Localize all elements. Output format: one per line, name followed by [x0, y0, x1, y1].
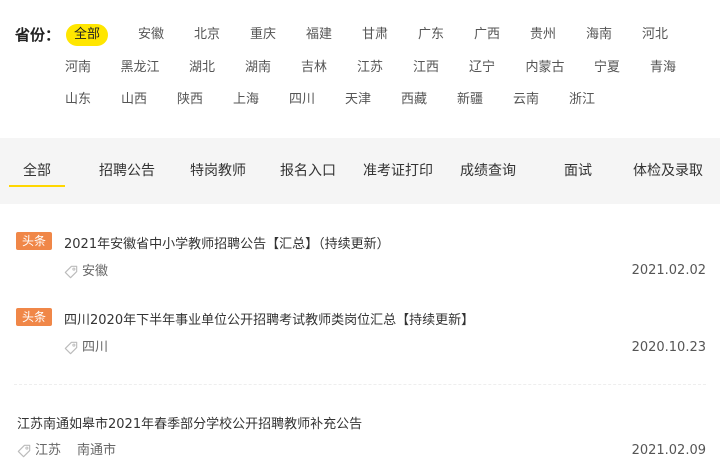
tab-score-query[interactable]: 成绩查询 — [460, 138, 516, 204]
province-liaoning[interactable]: 辽宁 — [469, 57, 495, 79]
province-ningxia[interactable]: 宁夏 — [594, 57, 620, 79]
article-tags: 安徽 — [64, 262, 108, 282]
province-shaanxi[interactable]: 陕西 — [177, 89, 203, 111]
province-tianjin[interactable]: 天津 — [345, 89, 371, 111]
tab-physical-exam[interactable]: 体检及录取 — [633, 138, 703, 204]
tab-special-post[interactable]: 特岗教师 — [190, 138, 246, 204]
province-qinghai[interactable]: 青海 — [650, 57, 676, 79]
headline-badge: 头条 — [16, 232, 52, 250]
tab-recruitment[interactable]: 招聘公告 — [99, 138, 155, 204]
province-xizang[interactable]: 西藏 — [401, 89, 427, 111]
category-tabs: 全部 招聘公告 特岗教师 报名入口 准考证打印 成绩查询 面试 体检及录取 — [0, 138, 720, 204]
article-tags: 四川 — [64, 338, 108, 358]
province-hainan[interactable]: 海南 — [586, 24, 612, 46]
tag-icon — [17, 444, 31, 458]
article-tag: 南通市 — [77, 443, 117, 458]
province-xinjiang[interactable]: 新疆 — [457, 89, 483, 111]
article-tag: 安徽 — [82, 264, 109, 279]
province-henan[interactable]: 河南 — [65, 57, 91, 79]
province-fujian[interactable]: 福建 — [306, 24, 332, 46]
province-shanxi[interactable]: 山西 — [121, 89, 147, 111]
article-tag: 四川 — [82, 340, 109, 355]
article-date: 2021.02.02 — [631, 263, 706, 278]
province-beijing[interactable]: 北京 — [194, 24, 220, 46]
province-yunnan[interactable]: 云南 — [513, 89, 539, 111]
list-item[interactable]: 头条 四川2020年下半年事业单位公开招聘考试教师类岗位汇总【持续更新】 四川 … — [0, 294, 720, 384]
headline-badge: 头条 — [16, 308, 52, 326]
province-label: 省份： — [15, 26, 61, 44]
tab-registration[interactable]: 报名入口 — [280, 138, 336, 204]
province-shanghai[interactable]: 上海 — [233, 89, 259, 111]
province-hubei[interactable]: 湖北 — [189, 57, 215, 79]
tag-icon — [64, 265, 78, 279]
province-quanbu[interactable]: 全部 — [65, 24, 109, 46]
province-filter: 省份： 全部 安徽 北京 重庆 福建 甘肃 广东 广西 贵州 海南 河北 河南 … — [0, 0, 720, 138]
province-heilongjiang[interactable]: 黑龙江 — [120, 57, 159, 79]
tab-admission-ticket[interactable]: 准考证打印 — [363, 138, 433, 204]
province-anhui[interactable]: 安徽 — [138, 24, 164, 46]
tab-all[interactable]: 全部 — [23, 138, 51, 204]
list-item[interactable]: 头条 2021年安徽省中小学教师招聘公告【汇总】（持续更新） 安徽 2021.0… — [0, 204, 720, 294]
province-guangxi[interactable]: 广西 — [474, 24, 500, 46]
article-date: 2020.10.23 — [631, 340, 706, 355]
article-title[interactable]: 2021年安徽省中小学教师招聘公告【汇总】（持续更新） — [64, 233, 390, 252]
province-guizhou[interactable]: 贵州 — [530, 24, 556, 46]
article-title[interactable]: 江苏南通如皋市2021年春季部分学校公开招聘教师补充公告 — [17, 413, 362, 432]
tag-icon — [64, 341, 78, 355]
province-hebei[interactable]: 河北 — [642, 24, 668, 46]
province-gansu[interactable]: 甘肃 — [362, 24, 388, 46]
province-guangdong[interactable]: 广东 — [418, 24, 444, 46]
tab-interview[interactable]: 面试 — [564, 138, 592, 204]
province-sichuan[interactable]: 四川 — [289, 89, 315, 111]
province-hunan[interactable]: 湖南 — [245, 57, 271, 79]
province-shandong[interactable]: 山东 — [65, 89, 91, 111]
article-date: 2021.02.09 — [631, 443, 706, 458]
article-tags: 江苏 南通市 — [17, 441, 116, 461]
province-chongqing[interactable]: 重庆 — [250, 24, 276, 46]
article-title[interactable]: 四川2020年下半年事业单位公开招聘考试教师类岗位汇总【持续更新】 — [64, 309, 474, 328]
province-zhejiang[interactable]: 浙江 — [569, 89, 595, 111]
province-jilin[interactable]: 吉林 — [301, 57, 327, 79]
list-item[interactable]: 江苏南通如皋市2021年春季部分学校公开招聘教师补充公告 江苏 南通市 2021… — [0, 385, 720, 474]
province-neimenggu[interactable]: 内蒙古 — [525, 57, 564, 79]
province-jiangsu[interactable]: 江苏 — [357, 57, 383, 79]
province-jiangxi[interactable]: 江西 — [413, 57, 439, 79]
article-tag: 江苏 — [35, 443, 62, 458]
